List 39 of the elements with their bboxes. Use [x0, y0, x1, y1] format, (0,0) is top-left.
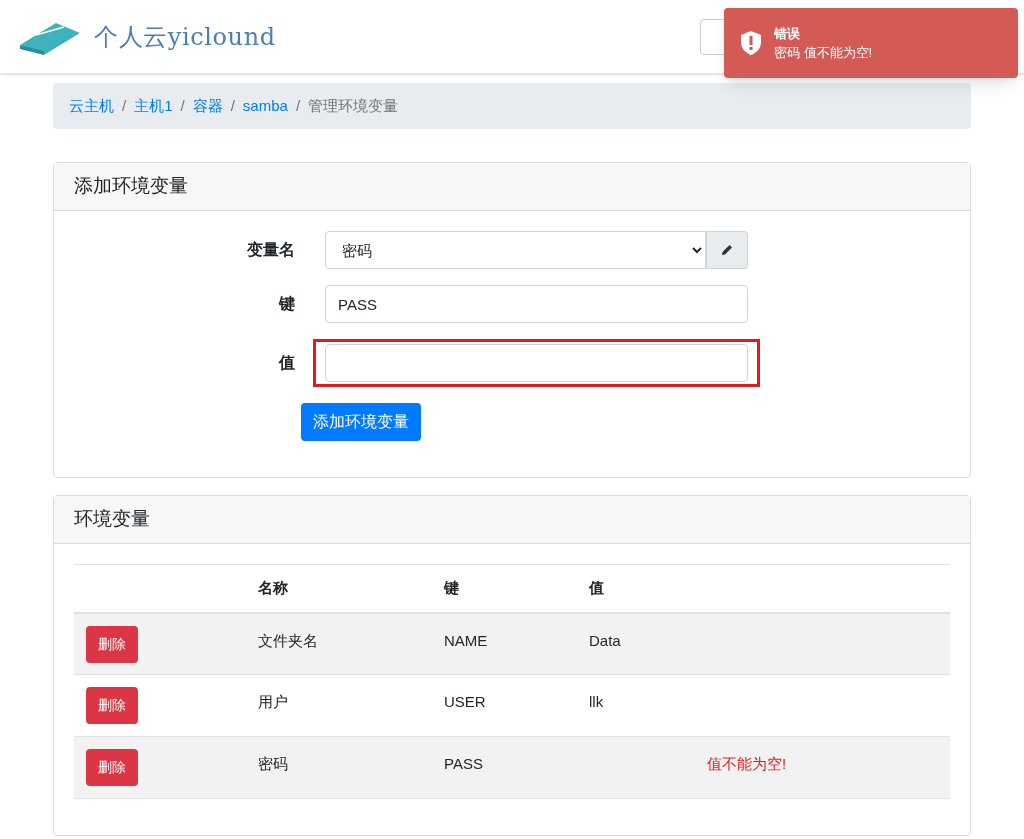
variable-select[interactable]: 密码 — [325, 231, 706, 269]
table-cell: 密码 — [258, 755, 288, 772]
table-cell: 文件夹名 — [258, 631, 318, 649]
delete-button[interactable]: 删除 — [86, 625, 138, 663]
table-cell: 用户 — [258, 693, 288, 710]
shield-alert-icon — [740, 30, 762, 56]
field-label: 键 — [277, 294, 296, 314]
breadcrumb-separator: / — [180, 95, 185, 116]
field-label: 变量名 — [246, 240, 296, 260]
pencil-icon — [720, 243, 734, 257]
breadcrumb-separator: / — [122, 95, 127, 116]
toast-title: 错误 — [774, 24, 800, 43]
text-field[interactable] — [325, 344, 748, 382]
table-cell: NAME — [444, 631, 488, 649]
add-variable-button[interactable]: 添加环境变量 — [301, 403, 421, 441]
logo-text: 个人云yiclound — [94, 21, 276, 53]
breadcrumb-link[interactable]: 云主机 — [69, 94, 114, 118]
delete-button[interactable]: 删除 — [86, 687, 138, 724]
breadcrumb-link[interactable]: 容器 — [192, 94, 223, 118]
delete-button[interactable]: 删除 — [86, 749, 138, 786]
table-cell: PASS — [444, 755, 483, 772]
table-cell: Data — [589, 631, 621, 649]
card-title: 环境变量 — [74, 507, 150, 532]
breadcrumb-current: 管理环境变量 — [308, 95, 399, 116]
field-label: 值 — [277, 353, 296, 373]
table-cell: llk — [589, 693, 604, 710]
breadcrumb-link[interactable]: 主机1 — [134, 94, 173, 118]
breadcrumb-separator: / — [295, 95, 301, 116]
breadcrumb-link[interactable]: samba — [242, 94, 288, 118]
breadcrumb-separator: / — [230, 95, 235, 116]
error-message: 值不能为空! — [707, 755, 787, 772]
card-title: 添加环境变量 — [74, 174, 188, 199]
table-cell: USER — [444, 693, 486, 710]
text-field[interactable]: PASS — [325, 285, 748, 323]
edit-button[interactable] — [706, 231, 748, 269]
column-header: 键 — [444, 579, 459, 596]
toast-message: 密码 值不能为空! — [774, 44, 873, 62]
column-header: 名称 — [258, 579, 288, 596]
column-header: 值 — [589, 579, 604, 596]
